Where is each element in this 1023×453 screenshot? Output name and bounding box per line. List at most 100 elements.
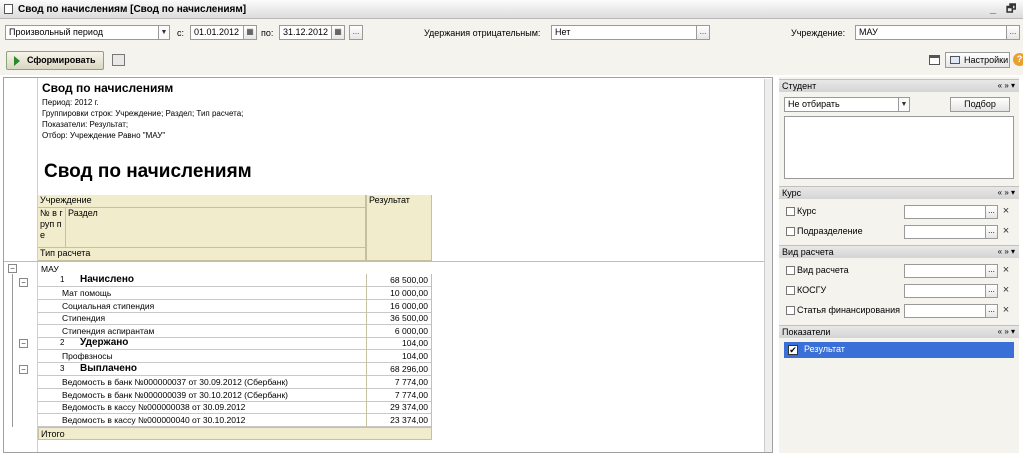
collapse-icon[interactable]: −: [19, 365, 28, 374]
funding-checkbox[interactable]: [786, 306, 795, 315]
collapse-icon[interactable]: −: [19, 278, 28, 287]
institution-field[interactable]: МАУ: [855, 25, 1007, 40]
collapse-icon[interactable]: −: [19, 339, 28, 348]
kosgu-checkbox[interactable]: [786, 286, 795, 295]
calc-title-text: Вид расчета: [782, 247, 834, 257]
calendar-icon[interactable]: ▦: [243, 25, 257, 40]
funding-dots-button[interactable]: ...: [985, 304, 998, 318]
row-value: 6 000,00: [366, 324, 432, 338]
calc-type-field[interactable]: [904, 264, 986, 278]
kosgu-label: КОСГУ: [797, 285, 827, 295]
course-field[interactable]: [904, 205, 986, 219]
group-row: 1 Начислено 68 500,00: [38, 274, 432, 287]
department-checkbox[interactable]: [786, 227, 795, 236]
student-select[interactable]: Не отбирать: [784, 97, 904, 112]
calc-type-checkbox[interactable]: [786, 266, 795, 275]
course-title-text: Курс: [782, 188, 802, 198]
settings-button[interactable]: Настройки: [945, 52, 1010, 68]
institution-dots-button[interactable]: ...: [1006, 25, 1020, 40]
table-row: Ведомость в кассу №000000038 от 30.09.20…: [38, 401, 432, 415]
period-type-select[interactable]: Произвольный период: [5, 25, 163, 40]
clear-icon[interactable]: ×: [1000, 264, 1012, 278]
student-list[interactable]: [784, 116, 1014, 179]
calc-type-label: Вид расчета: [797, 265, 849, 275]
col-section: Раздел: [66, 208, 366, 248]
negative-deductions-label: Удержания отрицательным:: [424, 28, 541, 38]
row-value: 36 500,00: [366, 312, 432, 326]
clear-icon[interactable]: ×: [1000, 284, 1012, 298]
indicator-label: Результат: [804, 344, 845, 354]
pick-button[interactable]: Подбор: [950, 97, 1010, 112]
clear-icon[interactable]: ×: [1000, 225, 1012, 239]
report-meta-indicators: Показатели: Результат;: [42, 120, 129, 129]
funding-field[interactable]: [904, 304, 986, 318]
col-group-no: № в груп пе: [38, 208, 66, 248]
indicators-panel-title[interactable]: Показатели « » ▾: [779, 325, 1019, 338]
minimize-icon[interactable]: _: [990, 3, 996, 15]
department-field[interactable]: [904, 225, 986, 239]
row-value: 7 774,00: [366, 376, 432, 389]
window-icon: [4, 4, 13, 14]
collapse-icon[interactable]: −: [8, 264, 17, 273]
course-dots-button[interactable]: ...: [985, 205, 998, 219]
report-scrollbar[interactable]: [764, 79, 772, 452]
negative-dots-button[interactable]: ...: [696, 25, 710, 40]
student-title-text: Студент: [782, 81, 817, 91]
window-title: Свод по начислениям [Свод по начислениям…: [18, 4, 247, 15]
total-label: Итого: [41, 429, 65, 439]
indicator-item-result[interactable]: ✔ Результат: [784, 342, 1014, 358]
row-label: Удержано: [80, 337, 129, 349]
generate-button[interactable]: Сформировать: [6, 51, 104, 70]
date-to-field[interactable]: 31.12.2012: [279, 25, 333, 40]
restore-icon[interactable]: 🗗: [1006, 3, 1016, 15]
header-divider: [4, 261, 764, 262]
table-row: Стипендия аспирантам 6 000,00: [38, 324, 432, 338]
row-value: 10 000,00: [366, 287, 432, 300]
check-icon[interactable]: ✔: [788, 345, 798, 355]
clear-icon[interactable]: ×: [1000, 205, 1012, 219]
date-from-field[interactable]: 01.01.2012: [190, 25, 244, 40]
row-value: 104,00: [366, 337, 432, 351]
help-icon[interactable]: ?: [1013, 53, 1023, 66]
table-row: Профвзносы 104,00: [38, 350, 432, 364]
group-number: 3: [60, 364, 65, 373]
row-label: Ведомость в кассу №000000038 от 30.09.20…: [62, 402, 246, 413]
kosgu-field[interactable]: [904, 284, 986, 298]
col-calc-type: Тип расчета: [38, 248, 366, 261]
calc-panel-title[interactable]: Вид расчета « » ▾: [779, 245, 1019, 258]
course-panel-title[interactable]: Курс « » ▾: [779, 186, 1019, 199]
row-value: 23 374,00: [366, 413, 432, 427]
settings-icon: [950, 56, 960, 64]
chevron-down-icon[interactable]: ▼: [158, 25, 170, 40]
play-icon: [14, 56, 20, 66]
table-row: Ведомость в кассу №000000040 от 30.10.20…: [38, 413, 432, 427]
group-number: 1: [60, 275, 65, 284]
indicators-title-text: Показатели: [782, 327, 831, 337]
panel-arrows-icon[interactable]: « » ▾: [998, 326, 1015, 338]
table-row: Социальная стипендия 16 000,00: [38, 299, 432, 313]
period-dots-button[interactable]: ...: [349, 25, 363, 40]
panel-arrows-icon[interactable]: « » ▾: [998, 80, 1015, 92]
chevron-down-icon[interactable]: ▼: [898, 97, 910, 112]
window-layout-icon[interactable]: [929, 55, 940, 65]
row-label: Профвзносы: [62, 351, 113, 362]
panel-arrows-icon[interactable]: « » ▾: [998, 187, 1015, 199]
course-label: Курс: [797, 206, 817, 216]
negative-deductions-field[interactable]: Нет: [551, 25, 697, 40]
panel-arrows-icon[interactable]: « » ▾: [998, 246, 1015, 258]
kosgu-dots-button[interactable]: ...: [985, 284, 998, 298]
table-row: Ведомость в банк №000000039 от 30.10.201…: [38, 388, 432, 402]
row-label: Ведомость в кассу №000000040 от 30.10.20…: [62, 414, 246, 425]
clear-icon[interactable]: ×: [1000, 304, 1012, 318]
calendar-icon[interactable]: ▦: [331, 25, 345, 40]
row-label: Мат помощь: [62, 288, 112, 298]
filter-panel: Студент « » ▾ Не отбирать ▼ Подбор Курс « …: [779, 77, 1019, 453]
toolbar: Сформировать Настройки ?: [0, 47, 1023, 75]
student-panel-title[interactable]: Студент « » ▾: [779, 79, 1019, 92]
department-dots-button[interactable]: ...: [985, 225, 998, 239]
printer-icon[interactable]: [112, 54, 125, 66]
calc-type-dots-button[interactable]: ...: [985, 264, 998, 278]
row-value: 7 774,00: [366, 388, 432, 402]
course-checkbox[interactable]: [786, 207, 795, 216]
date-to-label: по:: [261, 28, 274, 38]
